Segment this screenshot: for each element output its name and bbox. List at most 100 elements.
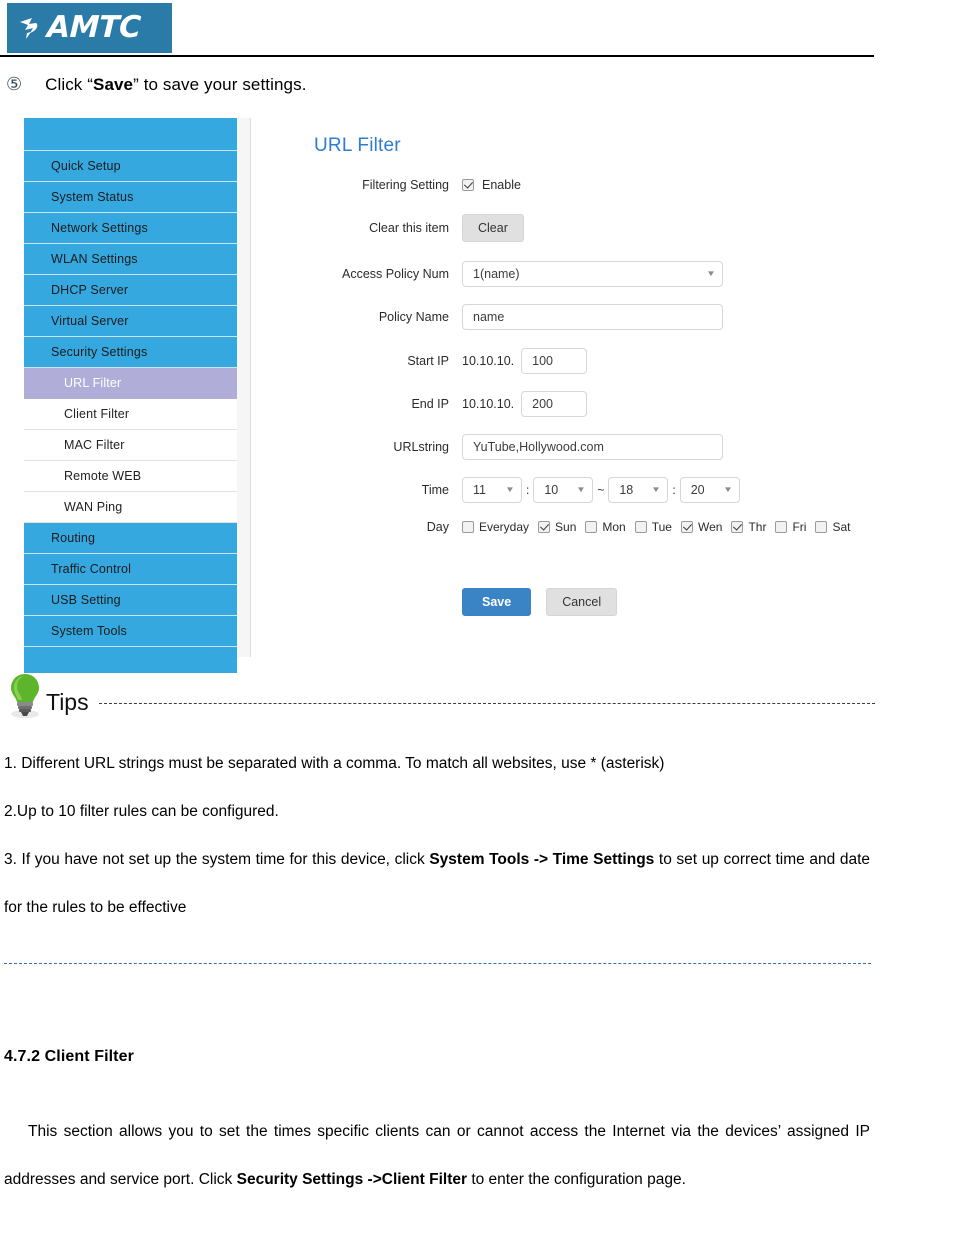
access-policy-num-select[interactable]: 1(name) ▼ [462,261,723,287]
cancel-button[interactable]: Cancel [546,588,618,616]
row-access-policy-num: Access Policy Num 1(name) ▼ [252,261,723,287]
day-checkbox-group: Everyday Sun Mon Tue Wen Thr Fri Sat [462,520,859,534]
day-checkbox-tue[interactable] [634,521,647,533]
sidebar-item-label: Routing [51,531,96,545]
row-clear-item: Clear this item Clear [252,214,524,242]
sidebar-item-dhcp-server[interactable]: DHCP Server [24,275,237,306]
sidebar-item-label: Quick Setup [51,159,121,173]
save-button[interactable]: Save [462,588,532,616]
row-filtering-setting: Filtering Setting Enable [252,178,521,192]
sidebar-item-remote-web[interactable]: Remote WEB [24,461,237,492]
step-instruction: ⑤ Click “Save” to save your settings. [6,74,307,95]
sidebar-item-routing[interactable]: Routing [24,523,237,554]
urlstring-input[interactable]: YuTube,Hollywood.com [462,434,723,460]
time-colon-2: : [672,483,676,497]
body-text: 3. If you have not set up the system tim… [4,851,430,868]
day-option-tue[interactable]: Tue [634,520,672,534]
sidebar-item-label: Security Settings [51,345,148,359]
sidebar-item-quick-setup[interactable]: Quick Setup [24,151,237,182]
body-text: to enter the configuration page. [467,1171,686,1188]
access-policy-num-value: 1(name) [473,267,520,281]
day-option-sun[interactable]: Sun [538,520,576,534]
tips-divider-top [98,703,875,704]
sidebar-item-label: Virtual Server [51,314,129,328]
header-divider [0,55,874,57]
day-checkbox-everyday[interactable] [462,521,474,533]
day-label-wen: Wen [697,520,723,534]
sidebar-item-label: WLAN Settings [51,252,138,266]
sidebar-item-traffic-control[interactable]: Traffic Control [24,554,237,585]
step-number: ⑤ [6,74,23,95]
clear-button[interactable]: Clear [462,214,524,242]
body-text: 1. Different URL strings must be separat… [4,755,665,772]
time-start-minute-value: 10 [544,483,559,497]
step-text-before: Click “ [45,75,93,94]
chevron-down-icon: ▼ [722,485,733,494]
day-checkbox-mon[interactable] [585,521,598,533]
document-header: AMTC [0,0,971,58]
sidebar-item-label: DHCP Server [51,283,129,297]
sidebar-item-wan-ping[interactable]: WAN Ping [24,492,237,523]
day-option-sat[interactable]: Sat [815,520,850,534]
day-label-sat: Sat [832,520,851,534]
tips-header: Tips [8,672,971,720]
step-text-after: ” to save your settings. [133,75,307,94]
day-option-thr[interactable]: Thr [731,520,766,534]
start-ip-input[interactable]: 100 [521,348,588,374]
sidebar-item-system-status[interactable]: System Status [24,182,237,213]
access-policy-num-label: Access Policy Num [342,267,449,281]
lightbulb-icon [11,674,39,718]
sidebar-item-virtual-server[interactable]: Virtual Server [24,306,237,337]
sidebar-item-label: Traffic Control [51,562,132,576]
section-body: This section allows you to set the times… [4,1108,870,1204]
policy-name-input[interactable]: name [462,304,723,330]
urlstring-label: URLstring [393,440,449,454]
sidebar-header-block [24,118,237,151]
day-label-mon: Mon [602,520,626,534]
enable-checkbox[interactable] [462,179,474,191]
day-option-mon[interactable]: Mon [585,520,626,534]
day-label: Day [426,520,449,534]
tips-label: Tips [46,689,89,715]
time-end-hour-value: 18 [619,483,634,497]
sidebar-item-wlan-settings[interactable]: WLAN Settings [24,244,237,275]
section-heading: 4.7.2 Client Filter [4,1048,134,1065]
time-end-minute-select[interactable]: 20 ▼ [679,477,740,503]
sidebar-item-security-settings[interactable]: Security Settings [24,337,237,368]
page-title: URL Filter [314,135,401,156]
sidebar-item-url-filter[interactable]: URL Filter [24,368,237,399]
day-checkbox-wen[interactable] [680,521,693,533]
day-checkbox-sat[interactable] [815,521,828,533]
chevron-down-icon: ▼ [576,485,587,494]
chevron-down-icon: ▼ [706,269,716,278]
sidebar-item-label: System Tools [51,624,127,638]
row-time: Time 11 ▼ : 10 ▼ ~ 18 ▼ : 20 ▼ [252,477,740,503]
time-start-minute-select[interactable]: 10 ▼ [533,477,594,503]
time-end-hour-select[interactable]: 18 ▼ [608,477,669,503]
row-urlstring: URLstring YuTube,Hollywood.com [252,434,723,460]
start-ip-prefix: 10.10.10. [462,354,515,368]
swoosh-logo-icon [20,18,38,39]
day-checkbox-fri[interactable] [775,521,788,533]
sidebar-item-usb-setting[interactable]: USB Setting [24,585,237,616]
day-option-everyday[interactable]: Everyday [462,520,529,534]
amtc-logo: AMTC [7,3,172,53]
sidebar-item-client-filter[interactable]: Client Filter [24,399,237,430]
sidebar-item-system-tools[interactable]: System Tools [24,616,237,647]
day-label-everyday: Everyday [479,520,530,534]
time-start-hour-select[interactable]: 11 ▼ [462,477,522,503]
emphasis-text: System Tools -> Time Settings [429,851,655,868]
sidebar-item-label: Network Settings [51,221,148,235]
day-option-wen[interactable]: Wen [680,520,723,534]
chevron-down-icon: ▼ [651,485,662,494]
time-label: Time [421,483,449,497]
sidebar-item-mac-filter[interactable]: MAC Filter [24,430,237,461]
tips-body: 1. Different URL strings must be separat… [4,740,870,932]
end-ip-input[interactable]: 200 [521,391,588,417]
time-colon-1: : [526,483,530,497]
day-checkbox-sun[interactable] [538,521,551,533]
sidebar-item-network-settings[interactable]: Network Settings [24,213,237,244]
day-checkbox-thr[interactable] [731,521,744,533]
day-label-sun: Sun [555,520,577,534]
day-option-fri[interactable]: Fri [775,520,806,534]
